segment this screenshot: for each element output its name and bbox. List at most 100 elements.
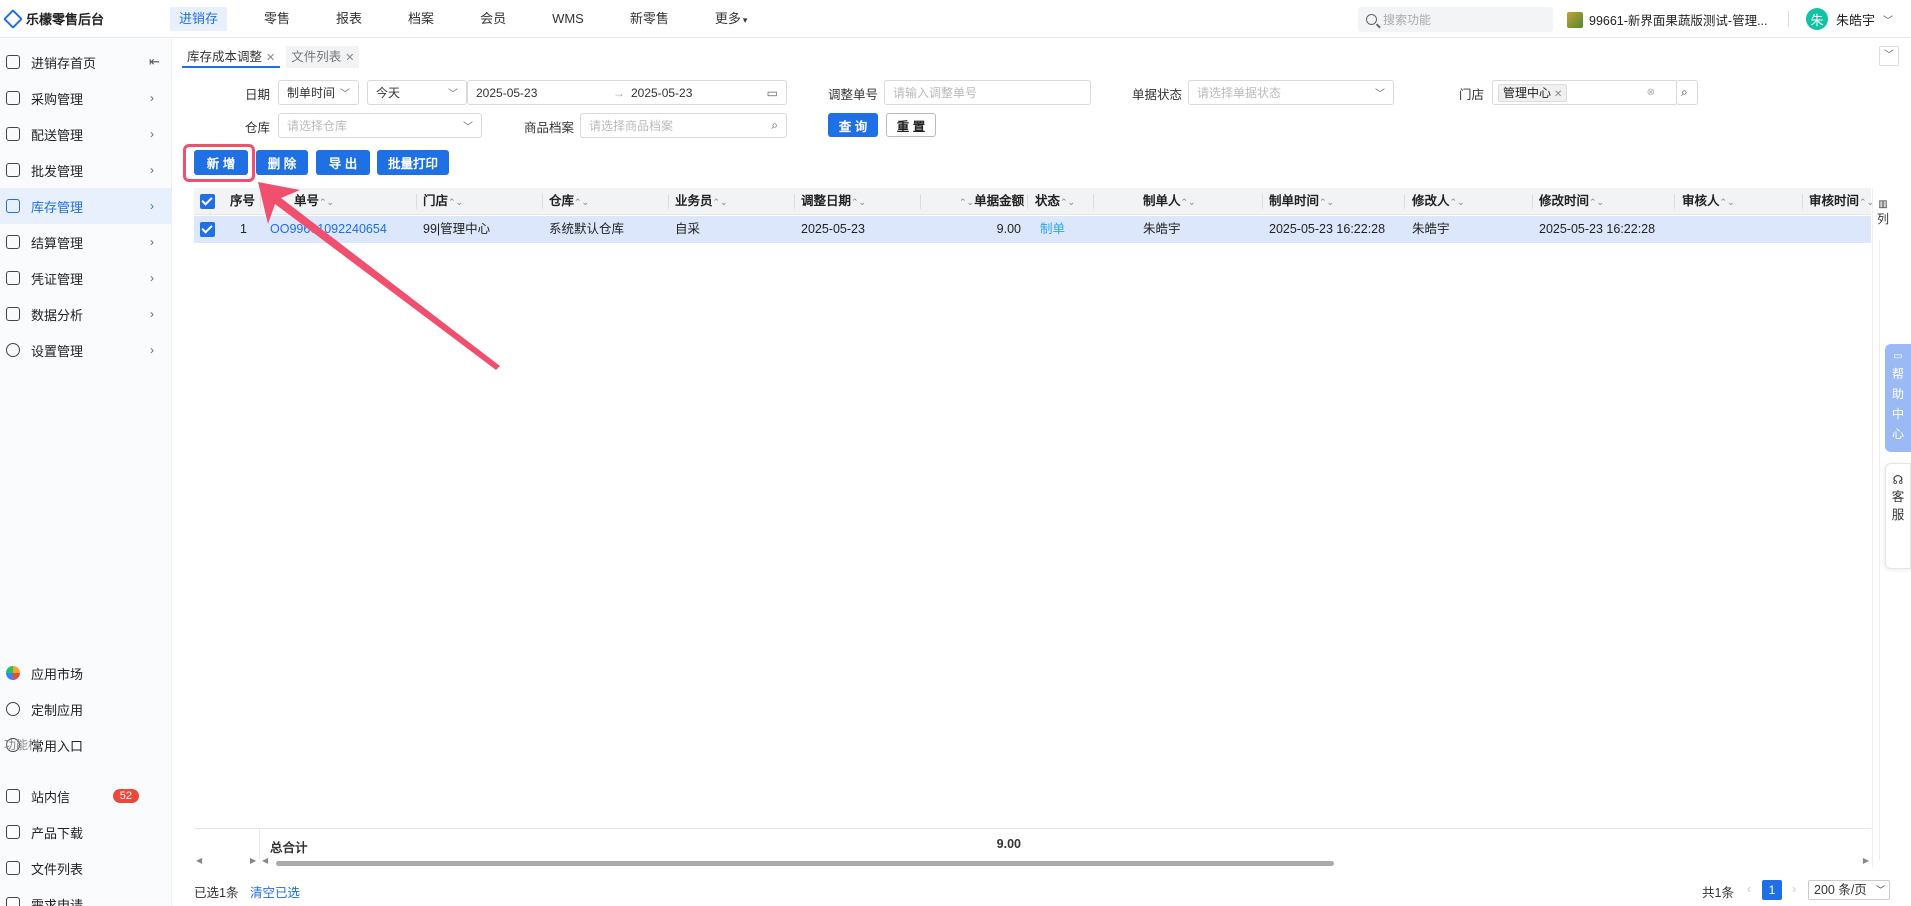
cell-order-no[interactable]: OO99661092240654 [270,216,387,243]
product-select[interactable]: 请选择商品档案 ⌕ [580,113,787,138]
col-header-store[interactable]: 门店⌃⌄ [423,188,463,215]
batch-print-button[interactable]: 批量打印 [377,150,449,175]
col-header-audit-time[interactable]: 审核时间⌃⌄ [1809,188,1874,215]
reset-button[interactable]: 重 置 [886,113,936,137]
sort-icon: ⌃⌄ [1449,197,1465,207]
sidebar-item-file-list[interactable]: 文件列表 [0,850,172,886]
chevron-right-icon: › [150,271,154,285]
nav-retail[interactable]: 零售 [247,7,307,31]
col-header-salesman[interactable]: 业务员⌃⌄ [675,188,728,215]
store-tag[interactable]: 管理中心 ✕ [1498,83,1568,102]
col-header-modify-time[interactable]: 修改时间⌃⌄ [1539,188,1604,215]
clear-icon[interactable]: ⊗ [1647,87,1655,98]
col-header-status[interactable]: 状态⌃⌄ [1035,188,1075,215]
mail-icon [6,789,20,803]
col-header-modifier[interactable]: 修改人⌃⌄ [1412,188,1465,215]
scroll-right-icon[interactable]: ▶ [250,856,256,865]
date-range-picker[interactable]: 2025-05-23 → 2025-05-23 ▭ [467,80,787,105]
column-divider [1532,194,1533,209]
query-button[interactable]: 查 询 [828,113,878,137]
help-center-tab[interactable]: ▭ 帮助中心 [1885,344,1911,452]
col-header-amount[interactable]: ⌃⌄单据金额 [959,188,1024,215]
sidebar-item-downloads[interactable]: 产品下载 [0,814,172,850]
sidebar-item-inventory[interactable]: 库存管理 › [0,188,172,224]
delete-button[interactable]: 删 除 [256,150,308,175]
sidebar-item-settlement[interactable]: 结算管理 › [0,224,172,260]
sidebar-item-voucher[interactable]: 凭证管理 › [0,260,172,296]
sidebar-item-app-market[interactable]: 应用市场 [0,655,172,691]
tabs-menu-button[interactable]: ﹀ [1879,46,1899,66]
col-header-label: 单号 [294,194,320,208]
sidebar-item-label: 设置管理 [31,343,84,359]
tab-file-list[interactable]: 文件列表 ✕ [286,46,360,68]
store-search-button[interactable]: ⌕ [1676,80,1698,105]
row-checkbox[interactable] [200,222,215,237]
horizontal-scrollbar[interactable]: ◀ ▶ ◀ ▶ [194,856,1871,869]
next-page-icon[interactable]: › [1792,882,1796,896]
sidebar-item-custom-app[interactable]: 定制应用 [0,691,172,727]
col-header-creator[interactable]: 制单人⌃⌄ [1143,188,1196,215]
nav-new-retail[interactable]: 新零售 [613,7,686,31]
page-size-select[interactable]: 200 条/页 ﹀ [1808,880,1890,900]
close-icon[interactable]: ✕ [266,52,275,64]
col-header-label: 单据金额 [974,194,1025,208]
warehouse-select[interactable]: 请选择仓库 ﹀ [278,113,482,138]
search-icon [1366,14,1377,25]
col-header-create-time[interactable]: 制单时间⌃⌄ [1269,188,1334,215]
column-divider [1027,194,1028,209]
dollar-icon [6,235,20,249]
sidebar-item-wholesale[interactable]: 批发管理 › [0,152,172,188]
sidebar-item-distribution[interactable]: 配送管理 › [0,116,172,152]
col-header-order-no[interactable]: 单号⌃⌄ [294,188,334,215]
nav-inventory[interactable]: 进销存 [170,6,228,31]
table-row[interactable]: 1 OO99661092240654 99|管理中心 系统默认仓库 自采 202… [194,216,1871,243]
order-no-input[interactable]: 请输入调整单号 [884,80,1091,105]
scroll-thumb[interactable] [276,861,1334,866]
date-type-value: 制单时间 [287,86,336,100]
clear-selected-link[interactable]: 清空已选 [250,882,300,901]
sidebar-item-settings[interactable]: 设置管理 › [0,332,172,368]
column-settings-button[interactable]: ▥ 列 [1877,198,1889,226]
nav-member[interactable]: 会员 [463,7,523,31]
nav-more[interactable]: 更多 ▾ [698,7,765,31]
customer-service-tab[interactable]: ☊ 客服 [1885,463,1911,569]
export-button[interactable]: 导 出 [316,150,370,175]
sidebar-item-analytics[interactable]: 数据分析 › [0,296,172,332]
close-icon[interactable]: ✕ [1554,89,1562,100]
tab-cost-adjust[interactable]: 库存成本调整 ✕ [182,46,281,68]
date-range-select[interactable]: 今天 ﹀ [367,80,467,105]
sort-icon: ⌃⌄ [1589,197,1605,207]
brand[interactable]: 乐檬零售后台 [0,8,170,29]
scroll-left-icon[interactable]: ◀ [262,856,268,865]
select-all-checkbox[interactable] [200,194,215,209]
close-icon[interactable]: ✕ [345,52,354,64]
store-select[interactable]: 管理中心 ✕ ⊗ [1492,80,1678,105]
sidebar-item-home[interactable]: 进销存首页 ⇤ [0,44,172,80]
nav-archive[interactable]: 档案 [391,7,451,31]
org-switcher[interactable]: 99661-新界面果蔬版测试-管理... [1567,10,1768,29]
sidebar-item-requests[interactable]: 需求申请 [0,886,172,906]
cell-salesman: 自采 [675,222,701,236]
col-header-adjust-date[interactable]: 调整日期⌃⌄ [801,188,866,215]
column-divider [1674,194,1675,209]
unread-badge: 52 [112,789,139,803]
nav-wms[interactable]: WMS [535,7,601,31]
nav-reports[interactable]: 报表 [319,7,379,31]
col-header-auditor[interactable]: 审核人⌃⌄ [1682,188,1735,215]
page-1[interactable]: 1 [1762,880,1782,900]
collapse-icon[interactable]: ⇤ [149,54,160,70]
total-label: 总合计 [270,841,308,855]
status-select[interactable]: 请选择单据状态 ﹀ [1188,80,1394,105]
sidebar-item-messages[interactable]: 站内信 52 [0,778,172,814]
scroll-left-icon[interactable]: ◀ [196,856,202,865]
table-header: 序号 单号⌃⌄ 门店⌃⌄ 仓库⌃⌄ 业务员⌃⌄ 调整日期⌃⌄ ⌃⌄单据金额 状态… [194,188,1874,215]
col-header-warehouse[interactable]: 仓库⌃⌄ [549,188,589,215]
scroll-right-icon[interactable]: ▶ [1863,856,1869,865]
prev-page-icon[interactable]: ‹ [1747,882,1751,896]
sidebar-item-purchase[interactable]: 采购管理 › [0,80,172,116]
search-input[interactable]: 搜索功能 [1358,7,1553,32]
date-type-select[interactable]: 制单时间 ﹀ [278,80,359,105]
user-menu[interactable]: 朱 朱皓宇 ﹀ [1806,8,1893,30]
user-name: 朱皓宇 [1836,12,1876,28]
column-settings-label: 列 [1877,212,1890,226]
